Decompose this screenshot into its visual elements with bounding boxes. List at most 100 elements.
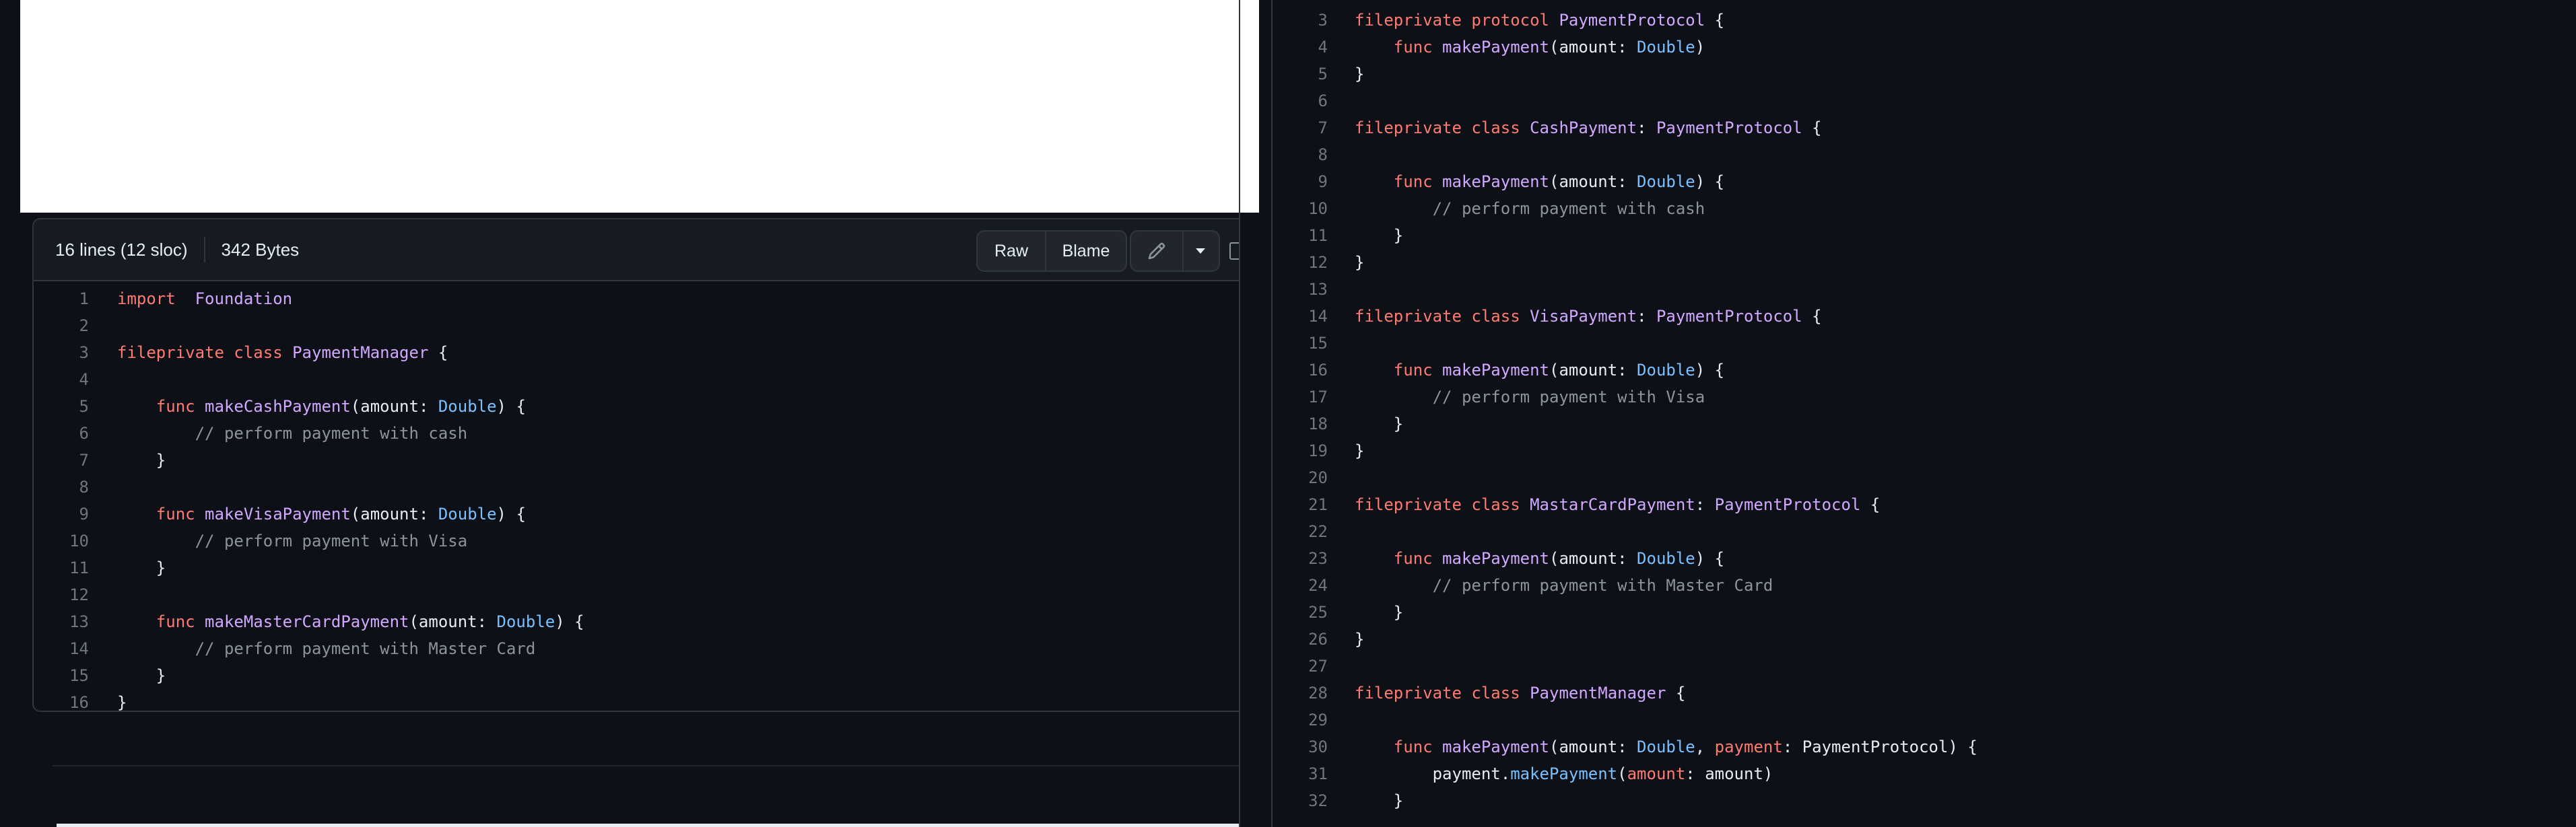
line-number[interactable]: 7: [34, 447, 89, 474]
code-token: :: [1637, 118, 1656, 137]
code-token: PaymentProtocol: [1656, 118, 1802, 137]
line-number[interactable]: 27: [1273, 653, 1328, 680]
line-number[interactable]: 30: [1273, 733, 1328, 760]
line-number[interactable]: 12: [34, 581, 89, 608]
line-number[interactable]: 5: [1273, 61, 1328, 87]
code-token: VisaPayment: [1530, 307, 1637, 326]
code-token: PaymentManager: [292, 343, 429, 362]
code-text: func makePayment(amount: Double) {: [1328, 357, 1724, 384]
line-number[interactable]: 4: [1273, 34, 1328, 61]
code-token: ,: [1695, 738, 1715, 756]
pencil-icon[interactable]: [1131, 231, 1182, 271]
code-token: makeVisaPayment: [205, 505, 351, 524]
code-token: : PaymentProtocol) {: [1782, 738, 1977, 756]
code-token: Double: [496, 612, 555, 631]
code-token: {: [1802, 307, 1822, 326]
line-number[interactable]: 10: [34, 528, 89, 554]
code-line: 18 }: [1273, 410, 2576, 437]
line-number[interactable]: 28: [1273, 680, 1328, 707]
code-line: 26}: [1273, 626, 2576, 653]
code-text: }: [89, 662, 166, 689]
code-token: makePayment: [1510, 764, 1618, 783]
code-token: class: [1471, 307, 1520, 326]
line-number[interactable]: 4: [34, 366, 89, 393]
code-token: fileprivate: [1355, 118, 1462, 137]
code-token: (: [1617, 764, 1627, 783]
code-line: 13: [1273, 276, 2576, 303]
line-number[interactable]: 22: [1273, 518, 1328, 545]
code-token: (amount:: [1549, 38, 1637, 57]
line-number[interactable]: 29: [1273, 707, 1328, 733]
line-number[interactable]: 19: [1273, 437, 1328, 464]
line-number[interactable]: 25: [1273, 599, 1328, 626]
code-token: {: [1666, 684, 1686, 703]
code-line: 28 fileprivate class PaymentManager {: [1273, 680, 2576, 707]
line-number[interactable]: 5: [34, 393, 89, 420]
code-listing-right: 3 fileprivate protocol PaymentProtocol {4…: [1273, 0, 2576, 814]
line-number[interactable]: 13: [34, 608, 89, 635]
code-line: 1 import Foundation: [34, 285, 1240, 312]
line-number[interactable]: 16: [1273, 357, 1328, 384]
line-number[interactable]: 31: [1273, 760, 1328, 787]
line-number[interactable]: 6: [1273, 87, 1328, 114]
code-text: }: [89, 447, 166, 474]
line-number[interactable]: 18: [1273, 410, 1328, 437]
caret-down-icon[interactable]: [1182, 231, 1217, 271]
blame-button[interactable]: Blame: [1045, 231, 1126, 271]
code-line: 12: [34, 581, 1240, 608]
code-token: }: [1355, 65, 1365, 83]
code-line: 2: [34, 312, 1240, 339]
line-number[interactable]: 15: [34, 662, 89, 689]
line-number[interactable]: 15: [1273, 330, 1328, 357]
line-number[interactable]: 8: [34, 474, 89, 501]
code-token: PaymentManager: [1530, 684, 1666, 703]
code-line: 12}: [1273, 249, 2576, 276]
code-token: :: [1637, 307, 1656, 326]
line-count: 16 lines (12 sloc): [55, 239, 188, 260]
line-number[interactable]: 7: [1273, 114, 1328, 141]
code-text: }: [1328, 599, 1403, 626]
code-token: CashPayment: [1530, 118, 1637, 137]
line-number[interactable]: 2: [34, 312, 89, 339]
line-number[interactable]: 26: [1273, 626, 1328, 653]
line-number[interactable]: 10: [1273, 195, 1328, 222]
line-number[interactable]: 24: [1273, 572, 1328, 599]
line-number[interactable]: 21: [1273, 491, 1328, 518]
line-number[interactable]: 14: [34, 635, 89, 662]
code-line: 15 }: [34, 662, 1240, 689]
code-token: // perform payment with Master Card: [1432, 576, 1773, 595]
code-token: }: [1355, 226, 1404, 245]
code-token: Foundation: [195, 289, 293, 308]
line-number[interactable]: 20: [1273, 464, 1328, 491]
line-number[interactable]: 12: [1273, 249, 1328, 276]
line-number[interactable]: 1: [34, 285, 89, 312]
code-token: (amount:: [1549, 549, 1637, 568]
line-number[interactable]: 14: [1273, 303, 1328, 330]
code-token: ) {: [1695, 172, 1725, 191]
line-number[interactable]: 6: [34, 420, 89, 447]
line-number[interactable]: 23: [1273, 545, 1328, 572]
code-line: 16}: [34, 689, 1240, 711]
line-number[interactable]: 17: [1273, 384, 1328, 410]
line-number[interactable]: 9: [34, 501, 89, 528]
line-number[interactable]: 11: [1273, 222, 1328, 249]
line-number[interactable]: 16: [34, 689, 89, 711]
line-number[interactable]: 3: [1273, 7, 1328, 34]
line-number[interactable]: 9: [1273, 168, 1328, 195]
code-line: 11 }: [1273, 222, 2576, 249]
line-number[interactable]: 11: [34, 554, 89, 581]
raw-button[interactable]: Raw: [978, 231, 1045, 271]
line-number[interactable]: 13: [1273, 276, 1328, 303]
line-number[interactable]: 32: [1273, 787, 1328, 814]
line-number[interactable]: 3: [34, 339, 89, 366]
line-number[interactable]: 8: [1273, 141, 1328, 168]
